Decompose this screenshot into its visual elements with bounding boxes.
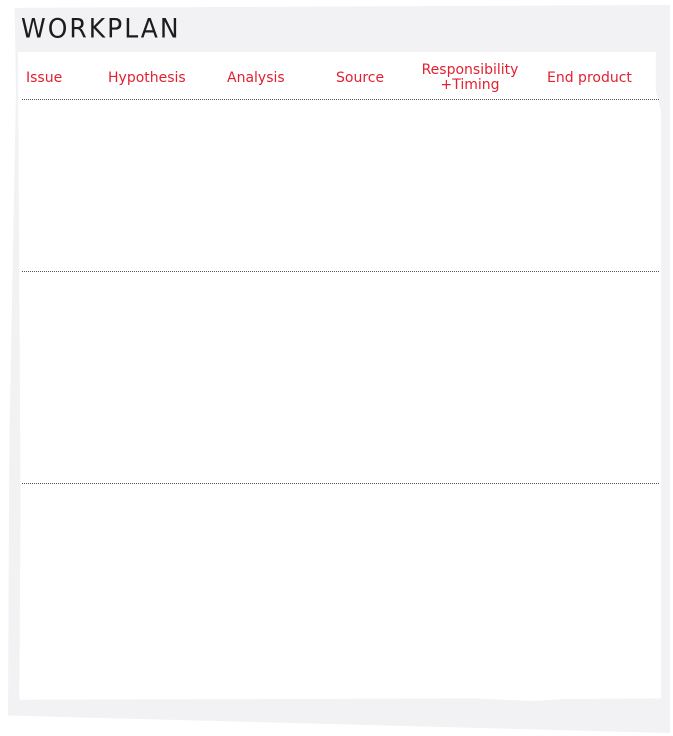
row-divider [22, 483, 659, 484]
table-row[interactable] [22, 101, 659, 270]
page-title: WORKPLAN [21, 13, 181, 44]
column-header-analysis: Analysis [227, 70, 285, 86]
column-header-hypothesis: Hypothesis [108, 70, 186, 86]
column-header-responsibility-timing: Responsibility +Timing [420, 63, 520, 93]
table-row[interactable] [22, 485, 659, 697]
row-divider [22, 271, 659, 272]
column-header-responsibility-line2: +Timing [440, 77, 500, 93]
header-divider [22, 99, 659, 100]
table-row[interactable] [22, 273, 659, 482]
column-header-source: Source [336, 70, 385, 86]
column-header-end-product: End product [547, 70, 632, 86]
column-header-issue: Issue [26, 70, 63, 86]
column-header-responsibility-line1: Responsibility [421, 62, 519, 78]
table-header: Issue Hypothesis Analysis Source Respons… [22, 60, 659, 100]
